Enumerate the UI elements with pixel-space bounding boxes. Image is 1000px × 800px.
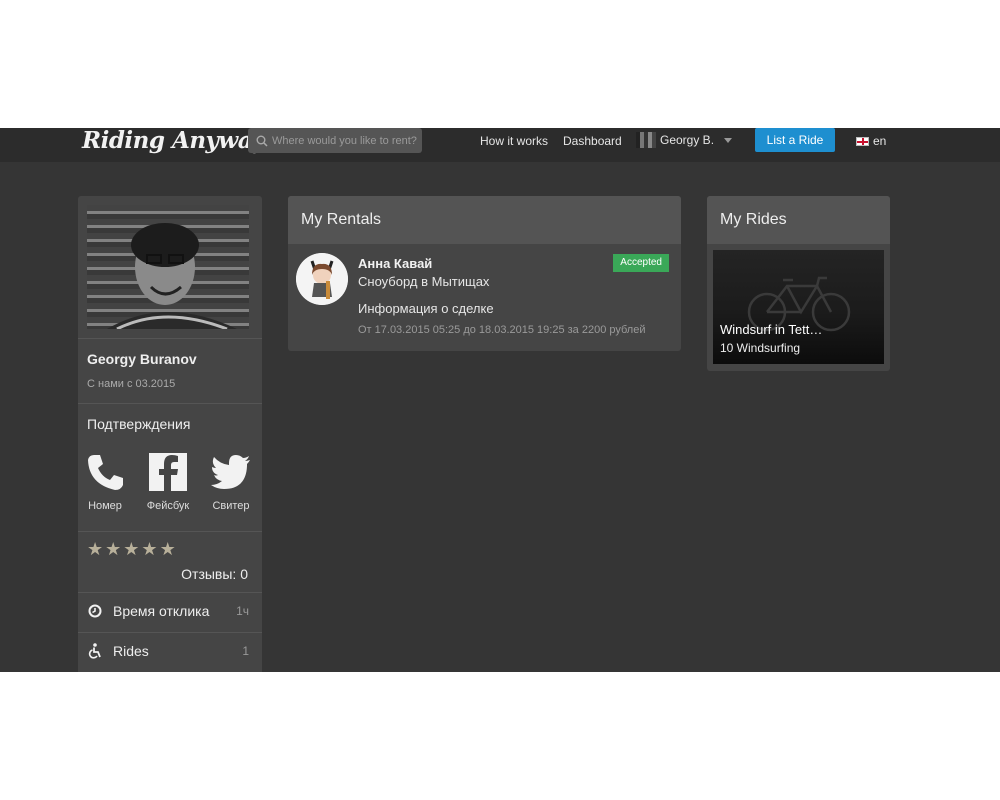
uk-flag-icon [856,136,869,146]
owner-avatar [296,253,348,305]
search-box[interactable] [248,128,422,153]
search-input[interactable] [272,134,420,147]
reviews-count[interactable]: Отзывы: 0 [181,566,248,582]
star-icon: ★ [123,539,140,559]
stat-label: Время отклика [113,603,210,619]
stat-response-time: Время отклика 1ч [87,601,249,621]
divider [78,403,262,404]
owner-name: Анна Кавай [358,256,433,271]
profile-photo [87,205,249,329]
stat-label: Rides [113,643,149,659]
verification-facebook: Фейсбук [143,452,193,512]
ride-subtitle: 10 Windsurfing [720,341,801,355]
app-viewport: Riding Anyway How it works Dashboard Geo… [0,128,1000,672]
verification-label: Номер [88,500,122,512]
divider [78,632,262,633]
stat-value: 1ч [236,604,249,618]
site-logo[interactable]: Riding Anyway [82,128,265,156]
profile-name: Georgy Buranov [87,351,197,367]
dashboard-link[interactable]: Dashboard [563,134,622,148]
rental-item[interactable]: Анна Кавай Сноуборд в Мытищах Информация… [296,253,673,343]
profile-card: Georgy Buranov С нами с 03.2015 Подтверж… [78,196,262,672]
accessibility-icon [87,643,103,659]
star-icon: ★ [141,539,158,559]
verification-twitter: Свитер [206,452,256,512]
clock-icon [87,604,103,618]
ride-card[interactable]: Windsurf in Tett… 10 Windsurfing [713,250,884,364]
star-icon: ★ [105,539,122,559]
user-avatar [636,132,656,148]
my-rentals-title: My Rentals [288,196,681,244]
divider [78,531,262,532]
twitter-icon [211,455,250,489]
ride-title: Windsurf in Tett… [720,322,823,337]
star-icon: ★ [159,539,176,559]
divider [78,338,262,339]
list-a-ride-button[interactable]: List a Ride [755,128,835,152]
my-rides-panel: My Rides Windsurf in Tett… 10 Windsurfin… [707,196,890,371]
my-rentals-panel: My Rentals Анна Кавай Сноуборд в Мытищах… [288,196,681,351]
verification-label: Фейсбук [146,500,190,512]
star-icon: ★ [87,539,104,559]
verification-label: Свитер [212,500,250,512]
facebook-icon [149,453,187,491]
verifications-title: Подтверждения [87,416,191,432]
verification-phone: Номер [80,452,130,512]
rating-stars: ★ ★ ★ ★ ★ [87,540,176,558]
search-icon [256,135,268,147]
user-menu[interactable]: Georgy B. [636,132,733,148]
how-it-works-link[interactable]: How it works [480,134,548,148]
my-rides-title: My Rides [707,196,890,244]
rental-dates: От 17.03.2015 05:25 до 18.03.2015 19:25 … [358,324,646,336]
rental-item-name: Сноуборд в Мытищах [358,274,490,289]
status-badge: Accepted [613,254,669,272]
stat-rides: Rides 1 [87,641,249,661]
language-selector[interactable]: en [856,134,886,148]
phone-icon [88,455,123,490]
language-code: en [873,134,887,148]
chevron-down-icon [724,137,733,143]
stat-value: 1 [242,644,249,658]
member-since: С нами с 03.2015 [87,378,176,390]
user-name: Georgy B. [660,133,715,147]
divider [78,592,262,593]
deal-info-link[interactable]: Информация о сделке [358,301,494,316]
top-nav: Riding Anyway How it works Dashboard Geo… [0,128,1000,162]
